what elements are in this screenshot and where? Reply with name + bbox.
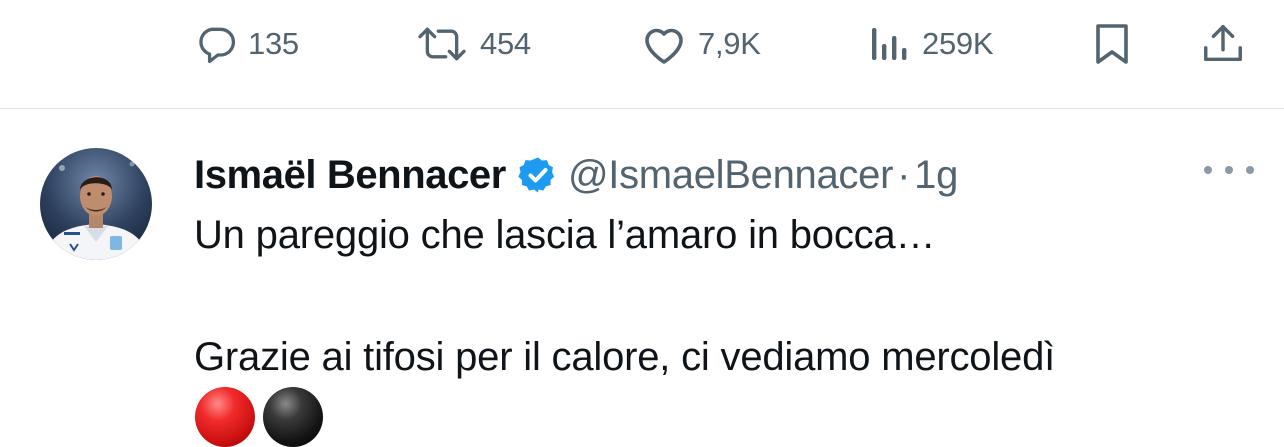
red-circle-emoji [195, 387, 255, 447]
like-count: 7,9K [698, 26, 761, 61]
avatar[interactable] [40, 148, 152, 260]
separator-dot: · [897, 152, 911, 197]
reply-button[interactable]: 135 [194, 22, 299, 66]
like-button[interactable]: 7,9K [640, 22, 761, 66]
reply-icon [199, 27, 236, 64]
repost-count: 454 [480, 26, 531, 61]
repost-icon [418, 27, 466, 61]
author-name[interactable]: Ismaël Bennacer [194, 153, 506, 198]
tweet-timestamp[interactable]: 1g [914, 153, 958, 198]
more-dots-icon [1246, 166, 1254, 174]
reply-tweet[interactable]: Ismaël Bennacer @IsmaelBennacer · 1g Un … [0, 109, 1284, 447]
emoji-row [195, 387, 323, 447]
bookmark-button[interactable] [1090, 22, 1134, 66]
views-button[interactable]: 259K [868, 22, 994, 66]
views-count: 259K [922, 26, 994, 61]
bookmark-icon [1096, 24, 1128, 64]
share-icon [1204, 25, 1242, 62]
tweet-text-line-2: Grazie ai tifosi per il calore, ci vedia… [194, 335, 1056, 379]
author-handle[interactable]: @IsmaelBennacer [568, 153, 893, 198]
black-circle-emoji [263, 387, 323, 447]
verified-badge-icon [518, 157, 555, 193]
tweet-text-line-1: Un pareggio che lascia l’amaro in bocca… [194, 213, 936, 257]
reply-count: 135 [248, 26, 299, 61]
repost-button[interactable]: 454 [414, 22, 531, 66]
views-chart-icon [872, 28, 907, 60]
tweet-action-bar: 135 454 7,9K 259K [0, 0, 1284, 108]
heart-icon [645, 28, 683, 64]
more-dots-icon [1204, 166, 1212, 174]
share-button[interactable] [1200, 22, 1246, 66]
more-options-button[interactable] [1204, 155, 1254, 185]
more-dots-icon [1225, 166, 1233, 174]
tweet-header: Ismaël Bennacer @IsmaelBennacer · 1g [194, 145, 958, 205]
